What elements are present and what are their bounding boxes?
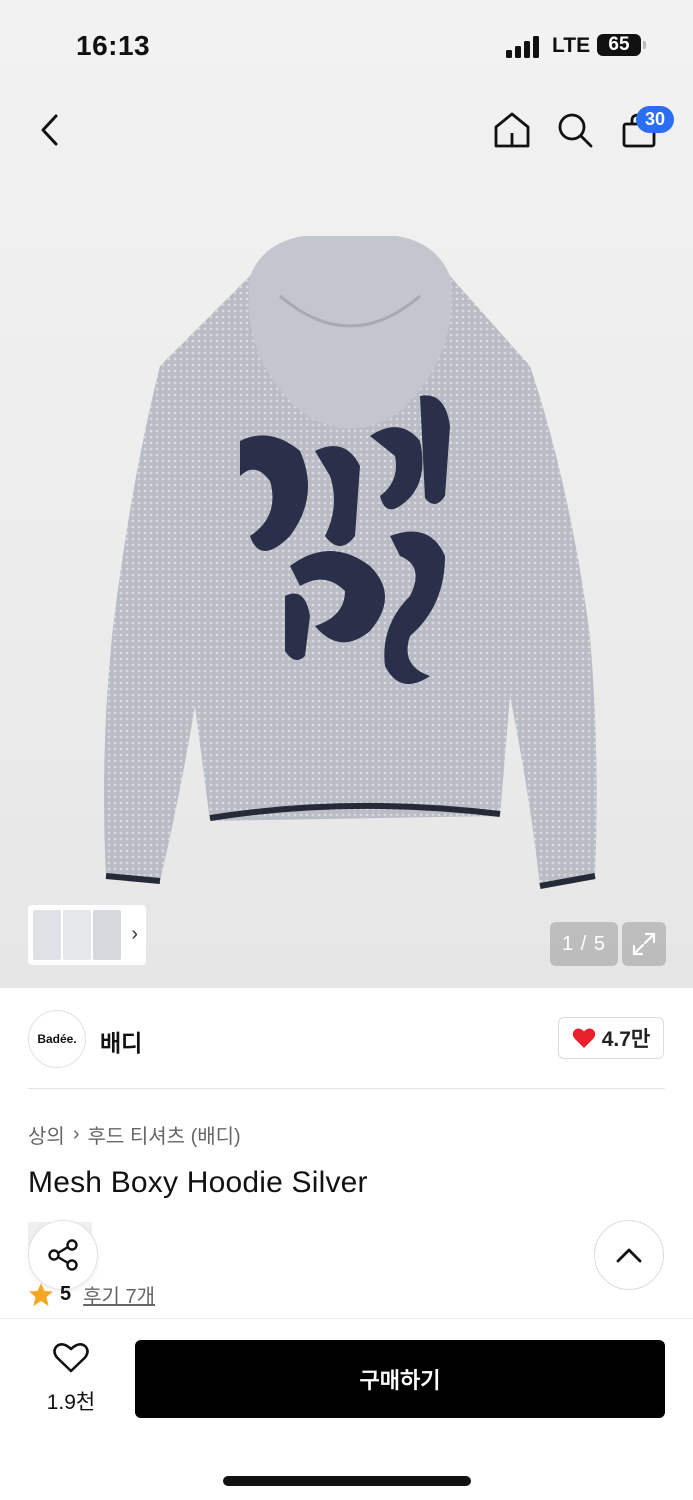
brand-like-button[interactable]: 4.7만 xyxy=(558,1017,664,1059)
wishlist-button[interactable]: 1.9천 xyxy=(36,1342,106,1416)
search-button[interactable] xyxy=(553,108,597,152)
home-button[interactable] xyxy=(490,108,534,152)
home-indicator xyxy=(223,1476,471,1486)
network-label: LTE xyxy=(552,34,591,57)
chevron-right-icon: › xyxy=(72,1123,80,1145)
expand-icon xyxy=(632,932,656,956)
battery-tip xyxy=(643,41,646,49)
scroll-top-button[interactable] xyxy=(594,1220,664,1290)
home-icon xyxy=(494,112,530,148)
breadcrumb-item[interactable]: 상의 xyxy=(28,1120,65,1149)
brand-like-count: 4.7만 xyxy=(601,1028,651,1051)
divider xyxy=(28,1088,665,1089)
wishlist-count: 1.9천 xyxy=(46,1391,96,1414)
signal-icon xyxy=(506,36,542,58)
thumbnail[interactable] xyxy=(63,910,91,960)
rating-row: 5 후기 7개 xyxy=(28,1280,155,1309)
chevron-up-icon xyxy=(616,1248,642,1263)
status-time: 16:13 xyxy=(76,30,151,61)
status-bar: 16:13 LTE 65 xyxy=(0,0,693,92)
heart-filled-icon xyxy=(572,1028,595,1048)
share-icon xyxy=(48,1239,78,1271)
brand-logo[interactable]: Badée. xyxy=(28,1010,86,1068)
breadcrumb-item[interactable]: 후드 티셔츠 (배디) xyxy=(87,1120,240,1149)
rating-score: 5 xyxy=(60,1283,72,1305)
chevron-right-icon: › xyxy=(131,923,138,945)
cart-count-badge: 30 xyxy=(636,106,674,133)
search-icon xyxy=(558,113,593,148)
chevron-left-icon xyxy=(41,114,58,146)
battery-icon: 65 xyxy=(597,34,641,56)
reviews-link[interactable]: 후기 7개 xyxy=(83,1280,155,1309)
thumbnail[interactable] xyxy=(33,910,61,960)
thumbnail-strip[interactable]: › xyxy=(28,905,146,965)
product-image-gallery[interactable]: 16:13 LTE 65 30 › 1 / 5 xyxy=(0,0,693,988)
breadcrumb: 상의 › 후드 티셔츠 (배디) xyxy=(28,1120,241,1149)
star-icon xyxy=(29,1282,53,1306)
back-button[interactable] xyxy=(28,108,72,152)
buy-button[interactable]: 구매하기 xyxy=(135,1340,665,1418)
heart-outline-icon xyxy=(53,1343,89,1373)
thumbnail[interactable] xyxy=(93,910,121,960)
product-image xyxy=(104,236,597,889)
image-pager: 1 / 5 xyxy=(550,922,618,966)
brand-name[interactable]: 배디 xyxy=(100,1024,142,1058)
expand-button[interactable] xyxy=(622,922,666,966)
product-title: Mesh Boxy Hoodie Silver xyxy=(28,1166,368,1199)
